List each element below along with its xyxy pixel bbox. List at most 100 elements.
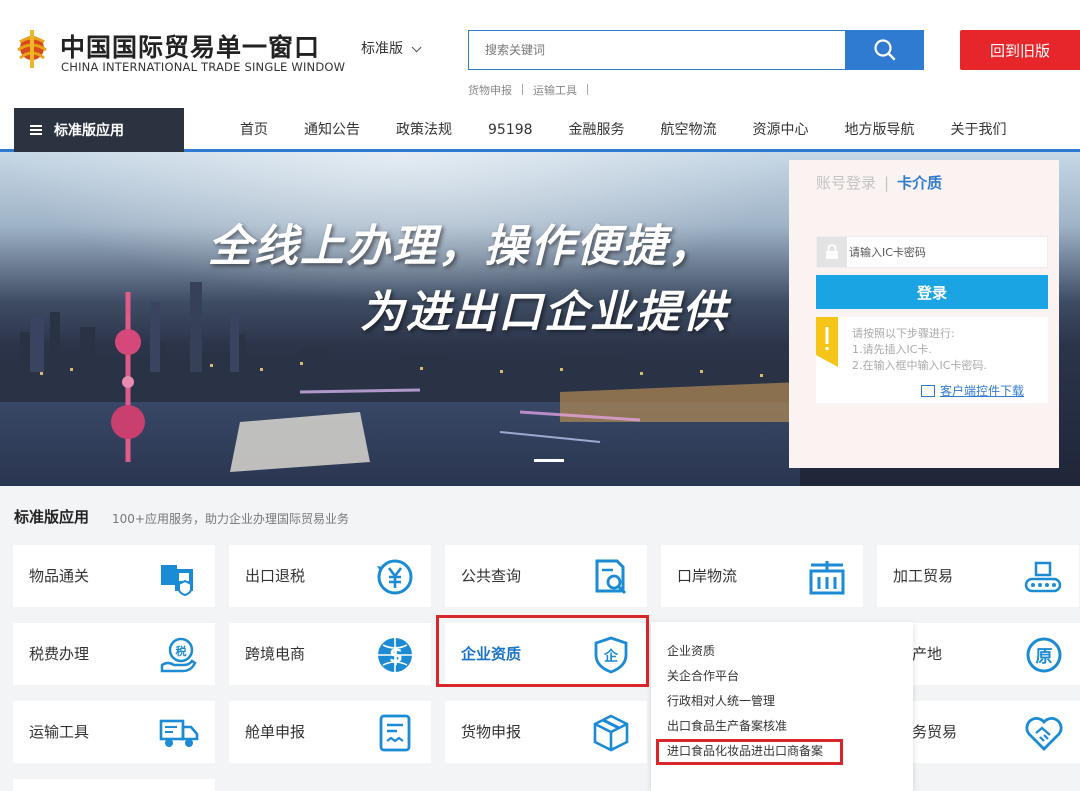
tile-label: 务贸易: [912, 723, 958, 741]
app-tile-partial-bottom[interactable]: [13, 779, 215, 791]
quick-link-transport[interactable]: 运输工具: [533, 84, 585, 97]
chevron-down-icon: [411, 42, 422, 53]
search-button[interactable]: [845, 30, 924, 70]
app-tile-export-tax-refund[interactable]: 出口退税: [229, 545, 431, 607]
app-tile-origin[interactable]: 产地 原: [912, 623, 1080, 685]
quick-link-goods-declaration[interactable]: 货物申报: [468, 84, 520, 97]
standard-apps-menu-button[interactable]: 标准版应用: [14, 108, 184, 152]
origin-circle-icon: 原: [1026, 637, 1062, 673]
carousel-indicator[interactable]: [534, 459, 564, 462]
goods-clearance-icon: [161, 565, 193, 597]
tile-label: 跨境电商: [245, 645, 306, 663]
app-tile-enterprise-qualification[interactable]: 企业资质 企: [445, 623, 647, 685]
client-plugin-download-link[interactable]: 客户端控件下载: [921, 382, 1024, 399]
app-tile-port-logistics[interactable]: 口岸物流: [661, 545, 863, 607]
search-input[interactable]: [469, 31, 846, 69]
nav-item-air-logistics[interactable]: 航空物流: [643, 108, 735, 152]
tab-account-login[interactable]: 账号登录: [816, 174, 876, 192]
banner-slogan-line2: 为进出口企业提供: [360, 287, 728, 338]
notice-line: 1.请先插入IC卡.: [852, 343, 932, 356]
submenu-item-administrative-counterpart[interactable]: 行政相对人统一管理: [667, 692, 775, 709]
login-tabs: 账号登录 | 卡介质: [816, 172, 942, 193]
app-tile-tax-handling[interactable]: 税费办理 税: [13, 623, 215, 685]
section-subtitle: 100+应用服务，助力企业办理国际贸易业务: [112, 512, 349, 526]
banner-slogan-line1: 全线上办理，操作便捷，: [208, 221, 714, 272]
divider: [587, 84, 588, 95]
login-panel: 账号登录 | 卡介质 登录 请按照以下步骤进行: 1.请先插入IC卡. 2.在输入框…: [789, 160, 1059, 468]
notice-line: 2.在输入框中输入IC卡密码.: [852, 359, 987, 372]
svg-text:企: 企: [603, 648, 619, 665]
tile-label: 口岸物流: [677, 567, 738, 585]
tile-label: 企业资质: [461, 645, 522, 663]
port-crane-icon: [809, 561, 845, 595]
handshake-icon: [1025, 717, 1063, 751]
search-icon: [873, 39, 895, 61]
document-search-icon: [595, 559, 627, 595]
edition-selector[interactable]: 标准版: [361, 38, 422, 58]
app-tile-goods-declaration[interactable]: 货物申报: [445, 701, 647, 763]
svg-text:$: $: [389, 643, 403, 667]
app-tile-cross-border-ecommerce[interactable]: 跨境电商 $: [229, 623, 431, 685]
svg-text:原: 原: [1036, 647, 1053, 667]
shield-enterprise-icon: 企: [594, 636, 628, 674]
tax-hand-icon: 税: [160, 637, 197, 673]
app-tile-service-trade[interactable]: 务贸易: [912, 701, 1080, 763]
nav-item-hotline[interactable]: 95198: [470, 108, 551, 152]
tile-label: 公共查询: [461, 567, 522, 585]
main-nav: 标准版应用 首页 通知公告 政策法规 95198 金融服务 航空物流 资源中心 …: [0, 108, 1080, 152]
quick-links: 货物申报 运输工具: [468, 82, 598, 98]
submenu-item-export-food-production-filing[interactable]: 出口食品生产备案核准: [667, 717, 787, 734]
tile-label: 出口退税: [245, 567, 306, 585]
single-window-logo-icon[interactable]: [14, 26, 50, 72]
tab-card-login[interactable]: 卡介质: [897, 174, 942, 192]
section-title: 标准版应用: [14, 508, 90, 526]
ic-card-pin-field[interactable]: [816, 236, 1048, 268]
warning-icon: [816, 317, 838, 367]
box-icon: [593, 714, 629, 752]
app-tile-processing-trade[interactable]: 加工贸易: [877, 545, 1079, 607]
tile-label: 产地: [912, 645, 943, 663]
conveyor-icon: [1024, 561, 1062, 593]
login-button[interactable]: 登录: [816, 275, 1048, 309]
svg-text:税: 税: [176, 644, 187, 658]
nav-item-resources[interactable]: 资源中心: [735, 108, 827, 152]
header: 中国国际贸易单一窗口 CHINA INTERNATIONAL TRADE SIN…: [0, 0, 1080, 108]
brand-name-en: CHINA INTERNATIONAL TRADE SINGLE WINDOW: [61, 60, 346, 74]
app-tile-manifest-declaration[interactable]: 舱单申报: [229, 701, 431, 763]
nav-item-finance[interactable]: 金融服务: [551, 108, 643, 152]
download-icon: [921, 384, 935, 397]
nav-item-local-navigation[interactable]: 地方版导航: [827, 108, 933, 152]
nav-item-policies[interactable]: 政策法规: [378, 108, 470, 152]
edition-label: 标准版: [361, 41, 403, 57]
tab-divider: |: [884, 174, 890, 192]
yuan-refund-icon: [377, 559, 413, 595]
tile-label: 税费办理: [29, 645, 90, 663]
globe-dollar-icon: $: [378, 638, 412, 672]
manifest-icon: [379, 714, 411, 752]
nav-item-about[interactable]: 关于我们: [933, 108, 1025, 152]
tile-label: 货物申报: [461, 723, 522, 741]
back-to-old-version-button[interactable]: 回到旧版: [960, 30, 1080, 70]
divider: [522, 84, 523, 95]
tile-label: 运输工具: [29, 723, 90, 741]
brand-name-cn: 中国国际贸易单一窗口: [60, 33, 321, 62]
submenu-item-import-food-cosmetics-filing[interactable]: 进口食品化妆品进出口商备案: [667, 742, 823, 759]
tile-label: 物品通关: [29, 567, 90, 585]
menu-button-label: 标准版应用: [54, 123, 124, 139]
notice-line: 请按照以下步骤进行:: [852, 327, 955, 340]
ic-card-pin-input[interactable]: [849, 237, 1045, 267]
search-field[interactable]: [468, 30, 846, 70]
app-tile-goods-clearance[interactable]: 物品通关: [13, 545, 215, 607]
enterprise-qualification-submenu: 企业资质 关企合作平台 行政相对人统一管理 出口食品生产备案核准 进口食品化妆品…: [651, 622, 913, 791]
lock-icon: [817, 237, 847, 267]
app-tile-public-query[interactable]: 公共查询: [445, 545, 647, 607]
notice-text: 请按照以下步骤进行: 1.请先插入IC卡. 2.在输入框中输入IC卡密码.: [852, 326, 987, 374]
submenu-item-customs-enterprise-cooperation[interactable]: 关企合作平台: [667, 667, 739, 684]
nav-item-notices[interactable]: 通知公告: [286, 108, 378, 152]
download-link-label: 客户端控件下载: [940, 384, 1025, 398]
app-tile-transport-vehicles[interactable]: 运输工具: [13, 701, 215, 763]
submenu-item-enterprise-qualification[interactable]: 企业资质: [667, 642, 715, 659]
hamburger-icon: [30, 125, 42, 135]
tile-label: 加工贸易: [893, 567, 954, 585]
nav-item-home[interactable]: 首页: [222, 108, 286, 152]
